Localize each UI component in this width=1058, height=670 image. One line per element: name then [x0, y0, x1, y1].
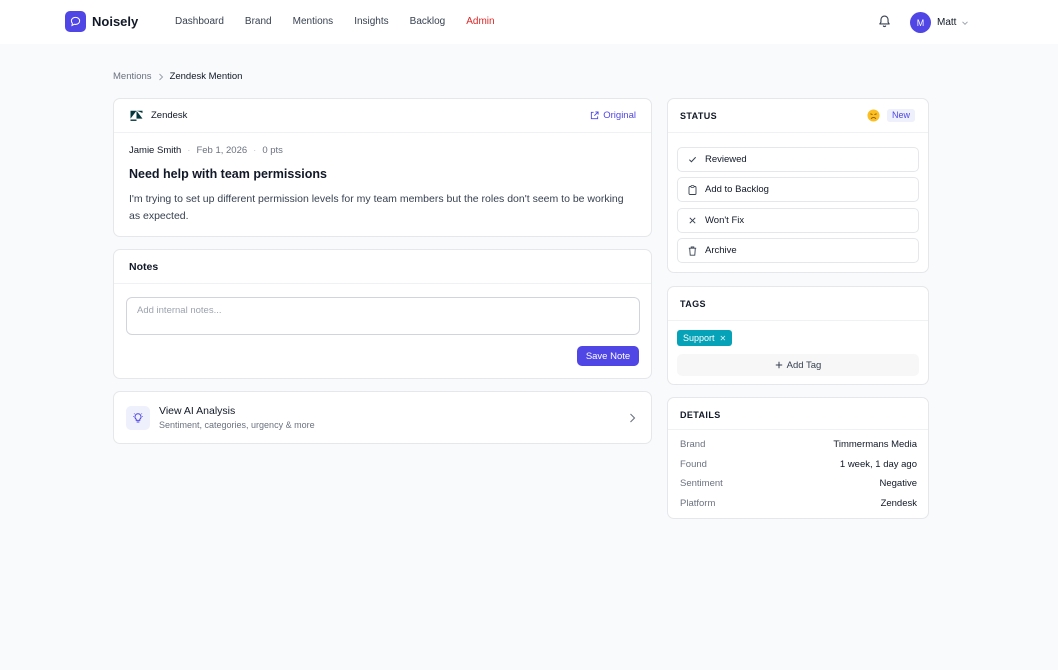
mention-title: Need help with team permissions: [129, 167, 327, 181]
archive-label: Archive: [705, 245, 737, 256]
detail-key: Sentiment: [680, 478, 723, 489]
sad-face-icon: [867, 109, 880, 122]
mention-body: I'm trying to set up different permissio…: [129, 193, 624, 222]
nav-brand[interactable]: Brand: [245, 15, 272, 29]
mention-date: Feb 1, 2026: [196, 145, 248, 156]
add-tag-button[interactable]: Add Tag: [677, 354, 919, 376]
nav-dashboard[interactable]: Dashboard: [175, 15, 224, 29]
wont-fix-label: Won't Fix: [705, 215, 745, 226]
detail-value: 1 week, 1 day ago: [839, 459, 917, 470]
meta-separator: ·: [187, 145, 191, 156]
add-tag-label: Add Tag: [786, 359, 822, 371]
detail-row: Brand Timmermans Media: [680, 439, 917, 450]
user-name: Matt: [937, 17, 957, 28]
mention-platform: Zendesk: [151, 110, 188, 121]
status-title: STATUS: [680, 111, 718, 121]
detail-row: Found 1 week, 1 day ago: [680, 459, 917, 470]
detail-value: Zendesk: [880, 498, 917, 509]
app-logo[interactable]: Noisely: [65, 11, 138, 32]
notes-header: Notes: [114, 250, 651, 284]
notes-card: Notes Save Note: [113, 249, 652, 379]
avatar: M: [910, 12, 931, 33]
detail-key: Brand: [680, 439, 706, 450]
breadcrumb: Mentions Zendesk Mention: [113, 71, 242, 82]
tags-header: TAGS: [668, 287, 928, 321]
chevron-right-icon: [630, 413, 636, 423]
tag-chip: Support ✕: [677, 330, 733, 346]
trash-icon: [688, 246, 697, 256]
ai-analysis-card[interactable]: View AI Analysis Sentiment, categories, …: [113, 391, 652, 444]
detail-key: Found: [680, 459, 707, 470]
meta-separator: ·: [253, 145, 257, 156]
detail-value: Negative: [879, 478, 918, 489]
mention-card-header: Zendesk Original: [114, 99, 651, 133]
save-note-button[interactable]: Save Note: [577, 346, 639, 366]
app-name: Noisely: [92, 14, 139, 29]
bell-icon[interactable]: [877, 14, 892, 29]
external-link-icon: [591, 111, 599, 120]
nav-mentions[interactable]: Mentions: [293, 15, 334, 29]
mention-meta: Jamie Smith · Feb 1, 2026 · 0 pts: [129, 145, 283, 156]
status-card: STATUS New Reviewed Add to Backlog Won't…: [667, 98, 929, 273]
detail-row: Sentiment Negative: [680, 478, 917, 489]
original-link-label: Original: [603, 110, 636, 121]
detail-key: Platform: [680, 498, 716, 509]
mention-card: Zendesk Original Jamie Smith · Feb 1, 20…: [113, 98, 652, 237]
check-icon: [688, 156, 697, 163]
ai-analysis-title: View AI Analysis: [159, 405, 236, 417]
user-menu[interactable]: M Matt: [910, 12, 969, 33]
top-nav-bar: Noisely Dashboard Brand Mentions Insight…: [0, 0, 1058, 44]
nav-insights[interactable]: Insights: [354, 15, 388, 29]
reviewed-label: Reviewed: [705, 154, 747, 165]
original-link[interactable]: Original: [590, 110, 636, 121]
plus-icon: [775, 361, 782, 369]
nav-backlog[interactable]: Backlog: [410, 15, 446, 29]
reviewed-button[interactable]: Reviewed: [677, 147, 919, 172]
remove-tag-icon[interactable]: ✕: [720, 334, 727, 343]
zendesk-icon: [130, 110, 143, 121]
status-badge: New: [886, 109, 915, 122]
add-to-backlog-label: Add to Backlog: [705, 184, 769, 195]
nav-admin[interactable]: Admin: [466, 15, 494, 29]
breadcrumb-mentions[interactable]: Mentions: [113, 71, 152, 82]
tag-label: Support: [683, 333, 715, 343]
chat-bubble-icon: [65, 11, 86, 32]
chevron-down-icon: [962, 20, 969, 25]
detail-row: Platform Zendesk: [680, 498, 917, 509]
detail-value: Timmermans Media: [833, 439, 917, 450]
status-header: STATUS New: [668, 99, 928, 133]
lightbulb-icon: [126, 406, 150, 430]
chevron-right-icon: [158, 73, 163, 80]
tags-card: TAGS Support ✕ Add Tag: [667, 286, 929, 385]
archive-button[interactable]: Archive: [677, 238, 919, 263]
close-icon: [689, 217, 696, 224]
mention-points: 0 pts: [262, 145, 283, 156]
notes-input[interactable]: [126, 297, 640, 335]
details-title: DETAILS: [680, 410, 721, 420]
details-header: DETAILS: [668, 398, 928, 430]
breadcrumb-current: Zendesk Mention: [169, 71, 243, 82]
wont-fix-button[interactable]: Won't Fix: [677, 208, 919, 233]
notes-title: Notes: [129, 261, 159, 273]
add-to-backlog-button[interactable]: Add to Backlog: [677, 177, 919, 202]
details-card: DETAILS Brand Timmermans Media Found 1 w…: [667, 397, 929, 519]
tags-title: TAGS: [680, 299, 706, 309]
mention-author: Jamie Smith: [129, 145, 182, 156]
clipboard-icon: [688, 184, 697, 195]
ai-analysis-subtitle: Sentiment, categories, urgency & more: [159, 420, 315, 430]
main-nav: Dashboard Brand Mentions Insights Backlo…: [175, 15, 516, 29]
